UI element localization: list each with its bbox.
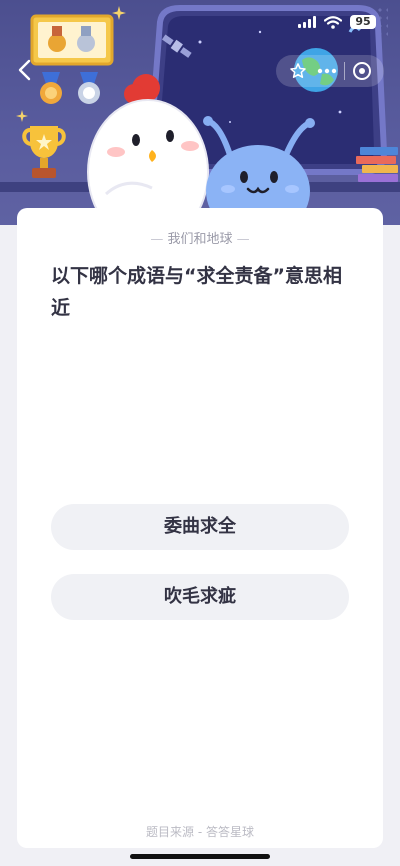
category-label: 我们和地球: [167, 232, 233, 247]
battery-indicator: 95: [350, 15, 376, 29]
trophy-illustration: [22, 126, 66, 178]
status-icons: 95: [298, 15, 376, 29]
star-outline-icon: [290, 63, 306, 78]
chevron-left-icon: [18, 59, 31, 81]
sparkle-icon: [16, 110, 28, 122]
header-illustration: 95: [0, 0, 400, 225]
tag-dash-right: —: [232, 232, 250, 247]
answer-option-2[interactable]: 吹毛求疵: [51, 574, 349, 620]
category-tag: — 我们和地球 —: [17, 228, 383, 247]
back-button[interactable]: [16, 58, 36, 82]
question-card: — 我们和地球 — 以下哪个成语与“求全责备”意思相近 委曲求全 吹毛求疵 题目…: [17, 208, 383, 848]
more-dots-icon: [317, 68, 337, 74]
tag-dash-left: —: [150, 232, 168, 247]
wifi-icon: [324, 15, 342, 29]
target-circle-icon: [353, 62, 371, 80]
books-illustration: [356, 147, 398, 182]
close-miniapp-button[interactable]: [350, 59, 374, 83]
miniapp-capsule: [276, 55, 384, 87]
question-text: 以下哪个成语与“求全责备”意思相近: [51, 265, 342, 319]
status-bar: 95: [0, 0, 400, 44]
bronze-medal-illustration: [40, 72, 62, 104]
home-indicator: [130, 854, 270, 859]
favorite-button[interactable]: [286, 59, 310, 83]
cellular-signal-icon: [298, 16, 316, 28]
capsule-divider: [344, 62, 345, 80]
question-source: 题目来源 - 答答星球: [146, 825, 254, 839]
more-button[interactable]: [315, 59, 339, 83]
answer-option-1[interactable]: 委曲求全: [51, 504, 349, 550]
